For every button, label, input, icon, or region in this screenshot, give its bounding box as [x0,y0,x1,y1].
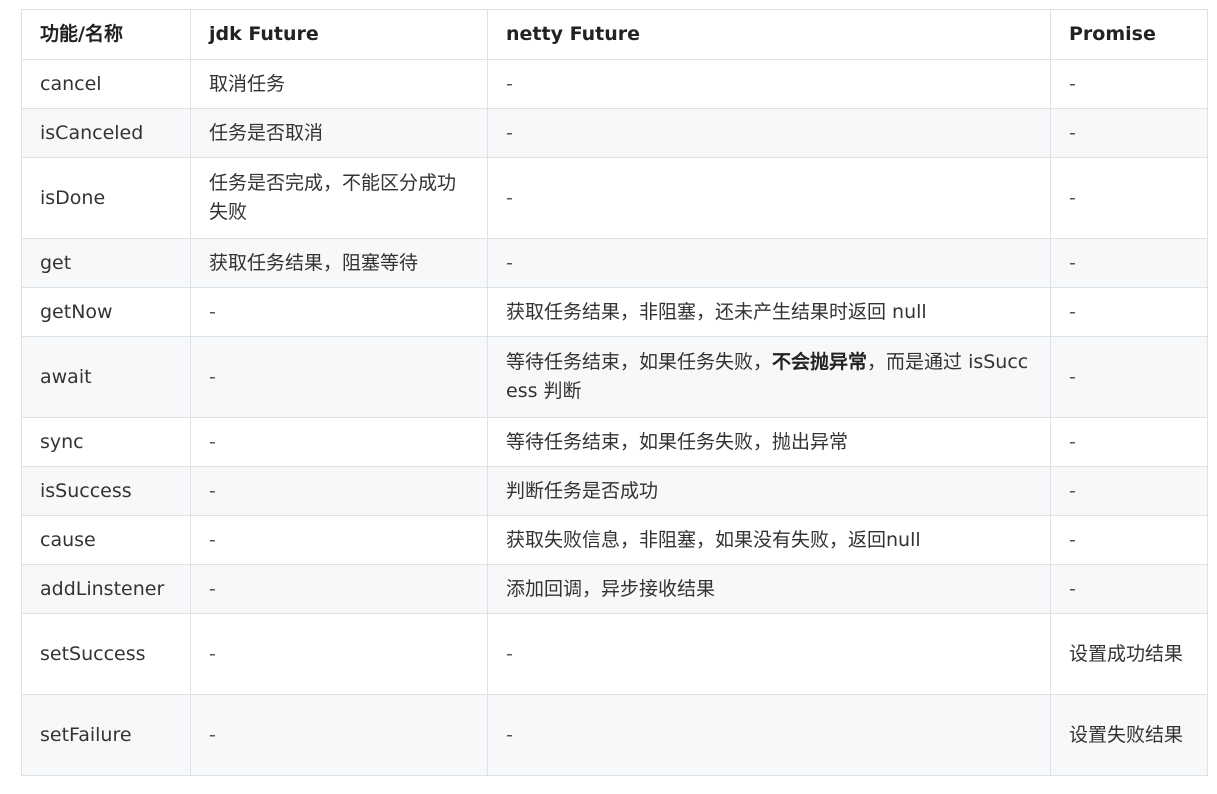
comparison-table-container: 功能/名称 jdk Future netty Future Promise ca… [21,9,1208,776]
header-jdk-future: jdk Future [190,9,488,60]
cell-name: isCanceled [21,108,191,158]
cell-promise: - [1050,238,1208,288]
cell-promise: 设置成功结果 [1050,613,1208,695]
cell-promise: - [1050,336,1208,418]
cell-promise: - [1050,287,1208,337]
cell-netty: - [487,613,1051,695]
cell-name: cause [21,515,191,565]
cell-jdk: - [190,417,488,467]
cell-netty: 获取失败信息，非阻塞，如果没有失败，返回null [487,515,1051,565]
header-name: 功能/名称 [21,9,191,60]
cell-jdk: - [190,515,488,565]
cell-jdk: 获取任务结果，阻塞等待 [190,238,488,288]
cell-name: isSuccess [21,466,191,516]
cell-netty-text-bold: 不会抛异常 [772,351,868,373]
cell-jdk: 取消任务 [190,59,488,109]
header-promise: Promise [1050,9,1208,60]
cell-netty: 判断任务是否成功 [487,466,1051,516]
cell-netty: - [487,59,1051,109]
cell-jdk: - [190,287,488,337]
cell-name: setSuccess [21,613,191,695]
cell-netty: - [487,238,1051,288]
cell-name: addLinstener [21,564,191,614]
cell-jdk: - [190,466,488,516]
table-row-issuccess: isSuccess - 判断任务是否成功 - [21,466,1208,516]
cell-promise: - [1050,466,1208,516]
table-row-get: get 获取任务结果，阻塞等待 - - [21,238,1208,288]
cell-netty: - [487,108,1051,158]
cell-name: setFailure [21,694,191,776]
table-row-iscanceled: isCanceled 任务是否取消 - - [21,108,1208,158]
cell-jdk: 任务是否取消 [190,108,488,158]
table-row-await: await - 等待任务结束，如果任务失败，不会抛异常，而是通过 isSucce… [21,336,1208,418]
header-netty-future: netty Future [487,9,1051,60]
cell-netty: 添加回调，异步接收结果 [487,564,1051,614]
cell-jdk: - [190,564,488,614]
table-row-cancel: cancel 取消任务 - - [21,59,1208,109]
cell-promise: - [1050,564,1208,614]
cell-jdk: 任务是否完成，不能区分成功失败 [190,157,488,239]
cell-jdk: - [190,336,488,418]
cell-name: isDone [21,157,191,239]
cell-netty: 等待任务结束，如果任务失败，抛出异常 [487,417,1051,467]
cell-promise: - [1050,417,1208,467]
cell-netty-text-pre: 等待任务结束，如果任务失败， [506,351,773,373]
table-header-row: 功能/名称 jdk Future netty Future Promise [21,9,1208,60]
cell-promise: 设置失败结果 [1050,694,1208,776]
table-row-getnow: getNow - 获取任务结果，非阻塞，还未产生结果时返回 null - [21,287,1208,337]
table-row-addlinstener: addLinstener - 添加回调，异步接收结果 - [21,564,1208,614]
cell-jdk: - [190,694,488,776]
cell-name: cancel [21,59,191,109]
cell-promise: - [1050,515,1208,565]
cell-netty: 获取任务结果，非阻塞，还未产生结果时返回 null [487,287,1051,337]
table-row-setfailure: setFailure - - 设置失败结果 [21,694,1208,776]
future-comparison-table: 功能/名称 jdk Future netty Future Promise ca… [21,9,1208,776]
cell-jdk: - [190,613,488,695]
cell-netty: - [487,694,1051,776]
table-row-isdone: isDone 任务是否完成，不能区分成功失败 - - [21,157,1208,239]
table-row-setsuccess: setSuccess - - 设置成功结果 [21,613,1208,695]
cell-name: getNow [21,287,191,337]
cell-promise: - [1050,108,1208,158]
cell-netty: - [487,157,1051,239]
cell-name: sync [21,417,191,467]
cell-promise: - [1050,157,1208,239]
cell-netty: 等待任务结束，如果任务失败，不会抛异常，而是通过 isSuccess 判断 [487,336,1051,418]
cell-name: get [21,238,191,288]
cell-promise: - [1050,59,1208,109]
table-row-cause: cause - 获取失败信息，非阻塞，如果没有失败，返回null - [21,515,1208,565]
cell-name: await [21,336,191,418]
table-row-sync: sync - 等待任务结束，如果任务失败，抛出异常 - [21,417,1208,467]
